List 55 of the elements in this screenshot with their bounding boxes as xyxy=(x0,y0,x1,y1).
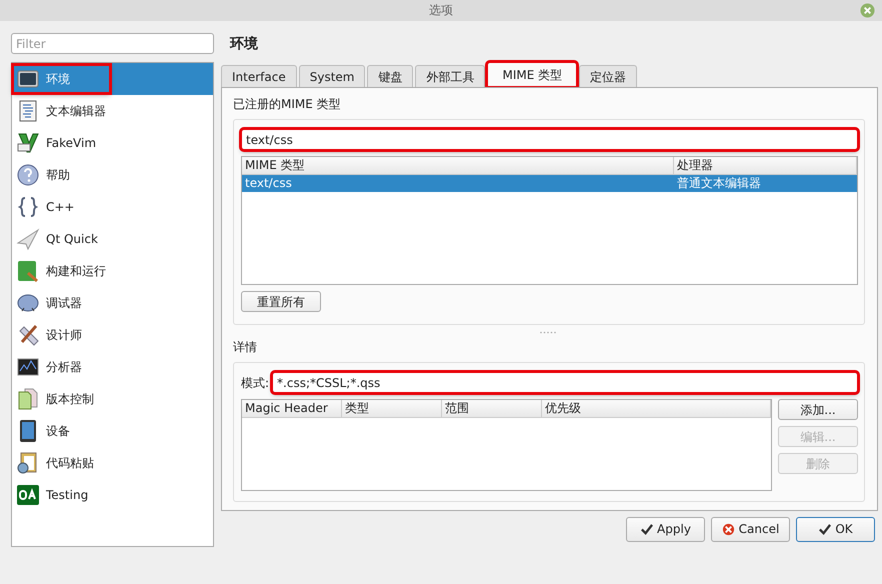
table-cell-text: text/css xyxy=(244,175,293,192)
sidebar-item[interactable]: 环境 xyxy=(12,63,213,95)
column-header[interactable]: 优先级 xyxy=(542,400,771,417)
splitter-handle[interactable] xyxy=(540,330,558,334)
table-row[interactable]: text/css 普通文本编辑器 xyxy=(242,175,857,192)
sidebar-item[interactable]: FakeVim xyxy=(12,127,213,159)
highlight-frame: 环境 xyxy=(13,65,110,93)
tab[interactable]: 外部工具 xyxy=(415,65,486,87)
sidebar-item[interactable]: 版本控制 xyxy=(12,383,213,415)
dialog-button[interactable]: Cancel xyxy=(711,516,790,542)
filter-field[interactable]: Filter xyxy=(11,33,214,54)
page-title: 环境 xyxy=(228,34,259,54)
cancel-icon xyxy=(722,522,735,536)
column-header[interactable]: MIME 类型 xyxy=(242,157,674,174)
mime-search-field[interactable]: text/css xyxy=(241,129,858,150)
sidebar-item[interactable]: 分析器 xyxy=(12,351,213,383)
pattern-label: 模式: xyxy=(241,374,270,392)
close-icon[interactable] xyxy=(860,3,875,18)
sidebar-item[interactable]: 文本编辑器 xyxy=(12,95,213,127)
check-icon xyxy=(640,522,654,536)
tab[interactable]: System xyxy=(298,65,366,87)
side-button[interactable]: 添加... xyxy=(778,399,858,420)
pattern-field[interactable]: *.css;*CSSL;*.qss xyxy=(272,372,858,393)
help-icon xyxy=(16,163,40,187)
dialog-button[interactable]: Apply xyxy=(626,516,705,542)
check-icon xyxy=(818,522,832,536)
sidebar-item[interactable]: C++ xyxy=(12,191,213,223)
documents-icon xyxy=(16,387,40,411)
column-header[interactable]: 类型 xyxy=(342,400,442,417)
window-title: 选项 xyxy=(429,3,453,17)
sidebar-item[interactable]: 设备 xyxy=(12,415,213,447)
table-cell-text: 普通文本编辑器 xyxy=(676,175,762,192)
group-title: 详情 xyxy=(233,339,258,355)
sidebar-item[interactable]: 设计师 xyxy=(12,319,213,351)
sidebar-item[interactable]: 构建和运行 xyxy=(12,255,213,287)
paper-plane-icon xyxy=(16,227,40,251)
qa-icon xyxy=(16,483,40,507)
reset-button[interactable]: 重置所有 xyxy=(241,291,321,312)
sidebar-item[interactable]: 调试器 xyxy=(12,287,213,319)
column-header[interactable]: 处理器 xyxy=(674,157,857,174)
column-header[interactable]: 范围 xyxy=(442,400,542,417)
tab[interactable]: 定位器 xyxy=(579,65,638,87)
column-header[interactable]: Magic Header xyxy=(242,400,342,417)
vim-logo-icon xyxy=(16,131,40,155)
tab[interactable]: 键盘 xyxy=(367,65,414,87)
sidebar-item[interactable]: 代码粘贴 xyxy=(12,447,213,479)
sidebar-item[interactable]: 帮助 xyxy=(12,159,213,191)
sidebar-item[interactable]: Qt Quick xyxy=(12,223,213,255)
tab[interactable]: Interface xyxy=(221,65,297,87)
group-title: 已注册的MIME 类型 xyxy=(233,96,342,112)
braces-icon xyxy=(16,195,40,219)
dialog-button[interactable]: OK xyxy=(796,516,875,542)
qt-hammer-icon xyxy=(16,259,40,283)
sidebar-item[interactable]: Testing xyxy=(12,479,213,511)
tab[interactable]: MIME 类型 xyxy=(487,62,578,87)
